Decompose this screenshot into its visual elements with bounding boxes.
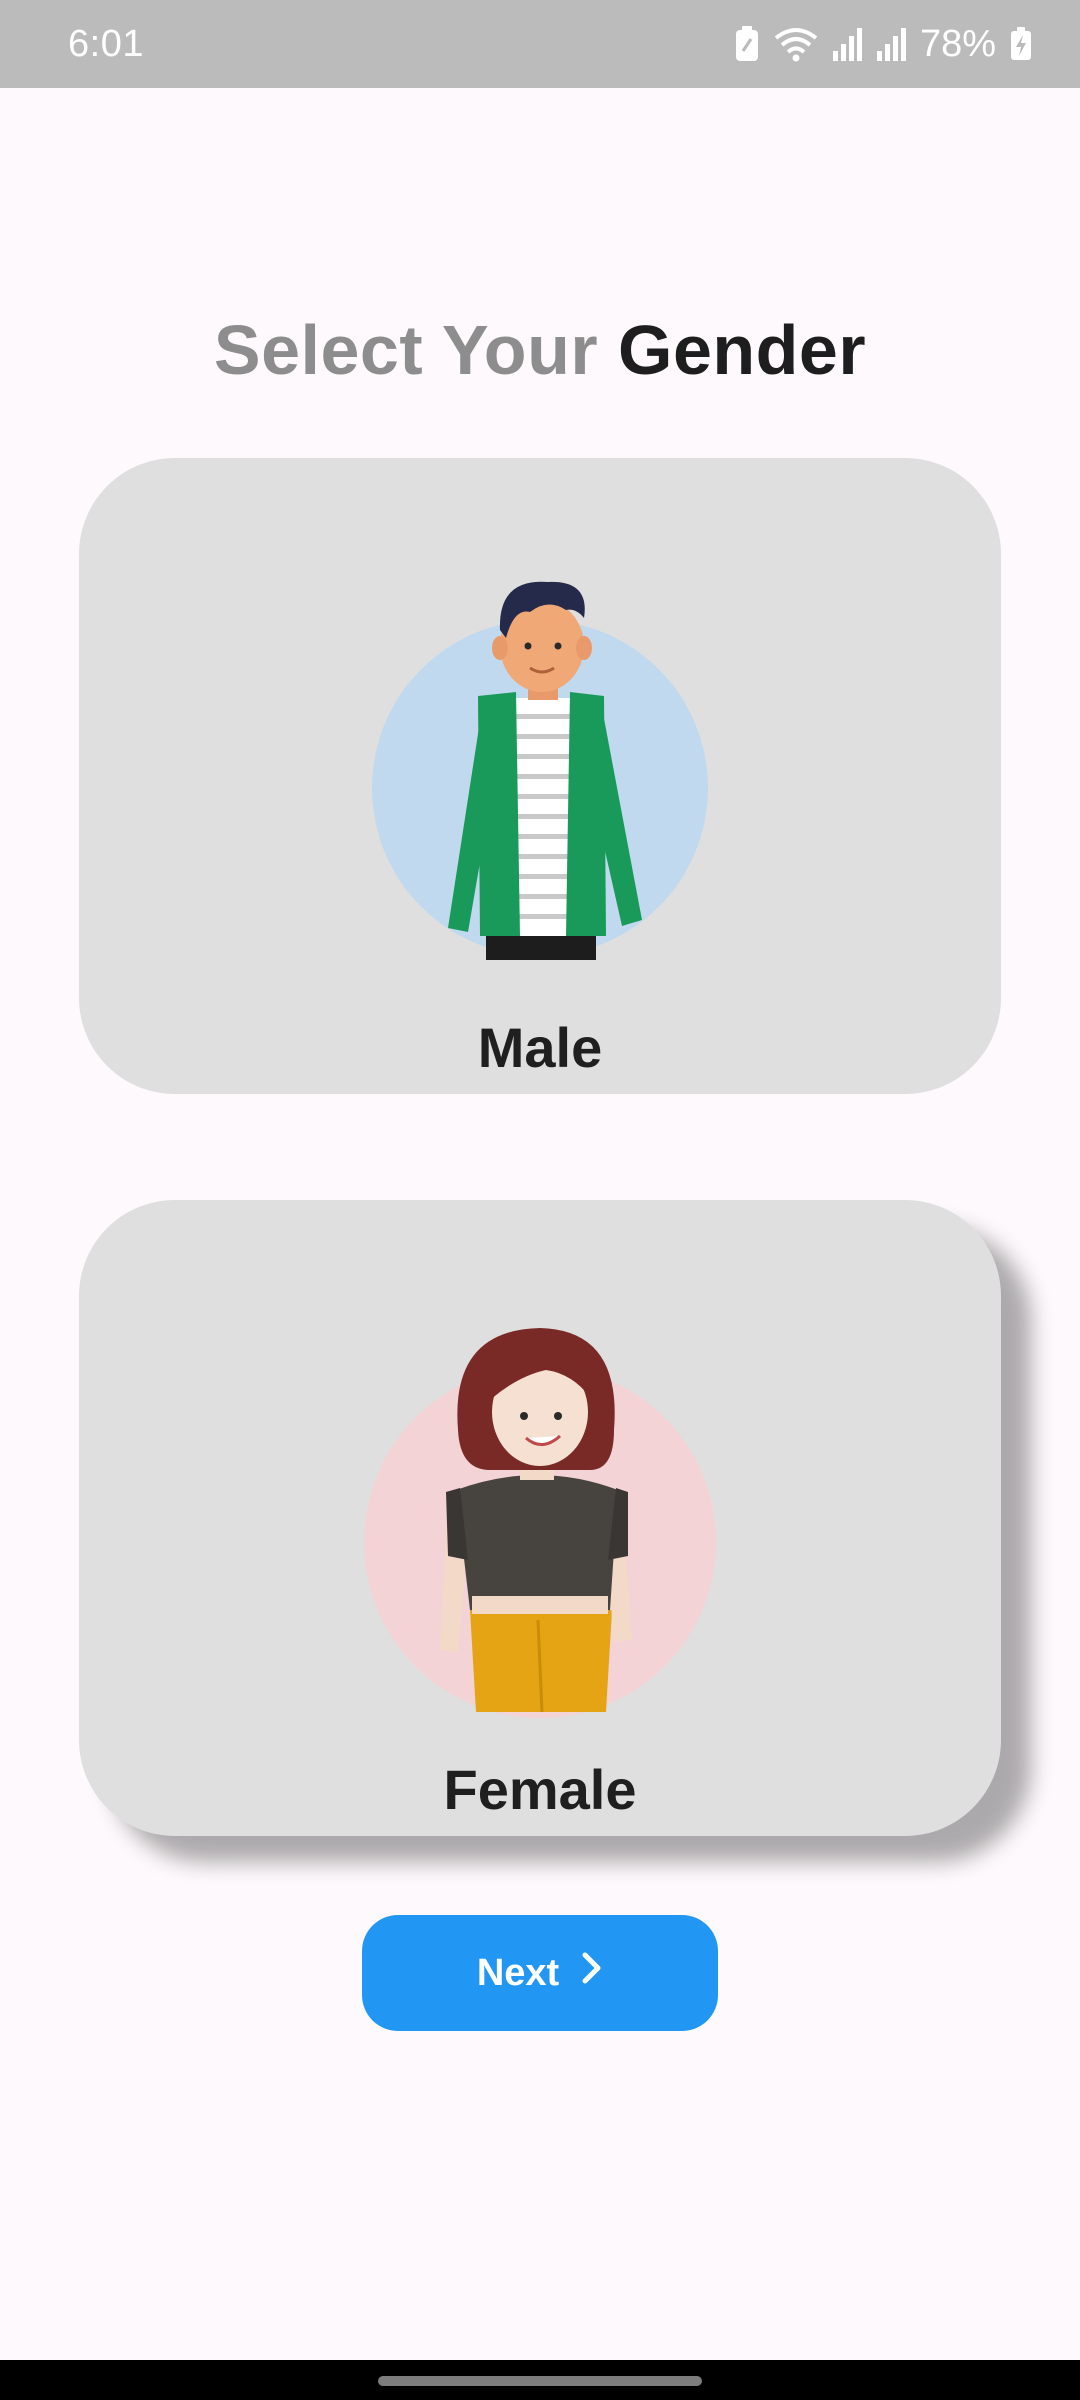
battery-percent: 78% <box>919 22 996 65</box>
status-icons: 78% <box>734 23 1032 66</box>
female-option-card[interactable]: Female <box>79 1200 1001 1836</box>
title-prefix: Select Your <box>213 311 599 389</box>
page-title: Select Your Gender <box>0 310 1080 390</box>
next-button[interactable]: Next <box>362 1915 718 2031</box>
next-button-label: Next <box>476 1951 560 1994</box>
home-indicator[interactable] <box>378 2376 702 2386</box>
battery-charging-icon <box>1010 27 1032 61</box>
female-avatar <box>360 1320 720 1725</box>
signal-icon <box>876 27 906 61</box>
signal-icon <box>832 27 862 61</box>
chevron-right-icon <box>581 1951 603 1995</box>
system-nav-bar <box>0 2360 1080 2400</box>
male-avatar <box>370 568 710 973</box>
male-option-card[interactable]: Male <box>79 458 1001 1094</box>
status-time: 6:01 <box>68 22 144 65</box>
battery-saver-icon <box>734 25 760 63</box>
wifi-icon <box>774 26 818 62</box>
status-bar: 6:01 78% <box>0 0 1080 88</box>
title-emphasis: Gender <box>618 311 867 389</box>
female-label: Female <box>443 1758 637 1821</box>
male-label: Male <box>477 1016 603 1079</box>
